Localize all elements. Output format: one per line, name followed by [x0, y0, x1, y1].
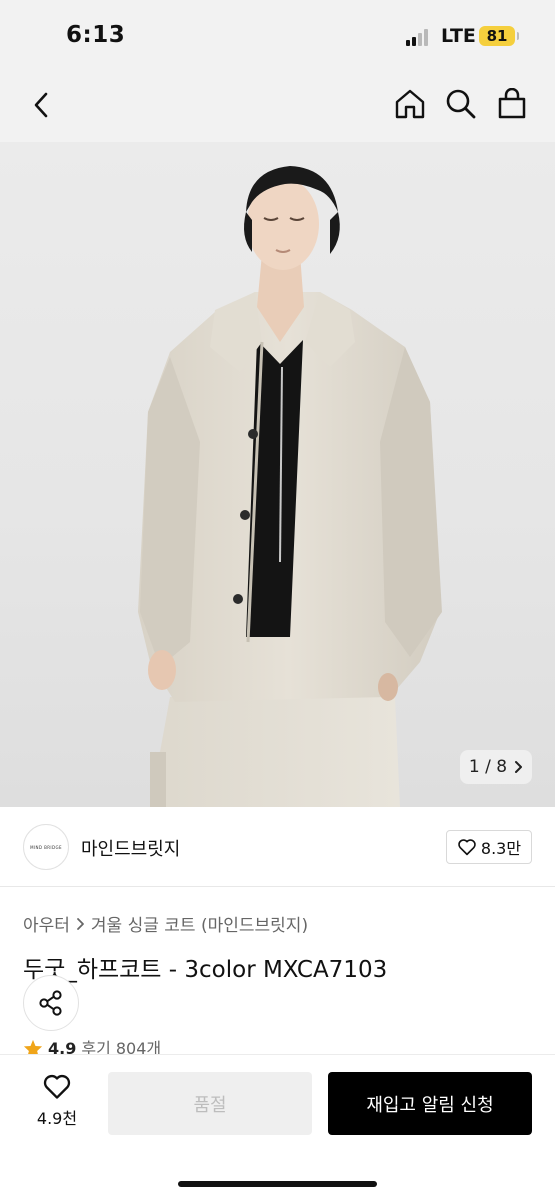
product-photo: [138, 166, 442, 807]
wishlist-count: 4.9천: [36, 1109, 78, 1128]
back-button[interactable]: [22, 86, 60, 124]
soldout-button: 품절: [108, 1072, 312, 1135]
bottom-purchase-bar: 4.9천 품절 재입고 알림 신청: [0, 1054, 555, 1200]
breadcrumb-item[interactable]: 아우터: [23, 911, 70, 936]
breadcrumb-item[interactable]: 겨울 싱글 코트 (마인드브릿지): [91, 911, 308, 936]
share-icon: [39, 990, 62, 1016]
status-time: 6:13: [66, 22, 126, 48]
battery-icon: 81: [479, 26, 519, 46]
restock-alert-button[interactable]: 재입고 알림 신청: [328, 1072, 532, 1135]
breadcrumb: 아우터 겨울 싱글 코트 (마인드브릿지): [23, 911, 308, 936]
home-indicator: [178, 1181, 377, 1187]
top-navigation: [0, 70, 555, 142]
heart-icon: [43, 1074, 71, 1099]
shopping-bag-icon: [498, 88, 526, 119]
review-count[interactable]: 후기 804개: [81, 1039, 161, 1055]
brand-like-button[interactable]: 8.3만: [446, 830, 532, 864]
rating-row[interactable]: 4.9 후기 804개: [23, 1039, 161, 1055]
chevron-left-icon: [34, 92, 48, 118]
home-button[interactable]: [390, 84, 430, 124]
search-button[interactable]: [441, 84, 481, 124]
chevron-right-icon: [77, 917, 84, 930]
image-counter-text: 1 / 8: [468, 757, 508, 777]
heart-icon: [458, 839, 476, 856]
rating-value: 4.9: [48, 1039, 77, 1055]
image-counter-button[interactable]: 1 / 8: [460, 750, 532, 784]
chevron-right-icon: [515, 761, 523, 773]
brand-row[interactable]: MIND BRIDGE 마인드브릿지 8.3만: [0, 807, 555, 887]
cart-button[interactable]: [492, 84, 532, 124]
home-icon: [395, 89, 425, 119]
search-icon: [446, 89, 476, 119]
status-bar: 6:13 LTE 81: [0, 0, 555, 70]
brand-logo[interactable]: MIND BRIDGE: [23, 824, 69, 870]
product-title: 두굿_하프코트 - 3color MXCA7103: [23, 957, 388, 983]
product-image-gallery[interactable]: 1 / 8: [0, 142, 555, 807]
wishlist-button[interactable]: 4.9천: [27, 1073, 87, 1133]
share-button[interactable]: [23, 975, 79, 1031]
brand-like-count: 8.3만: [480, 839, 522, 858]
signal-icon: [406, 29, 432, 46]
network-label: LTE: [441, 25, 476, 47]
star-icon: [23, 1039, 43, 1055]
brand-name[interactable]: 마인드브릿지: [81, 835, 180, 861]
